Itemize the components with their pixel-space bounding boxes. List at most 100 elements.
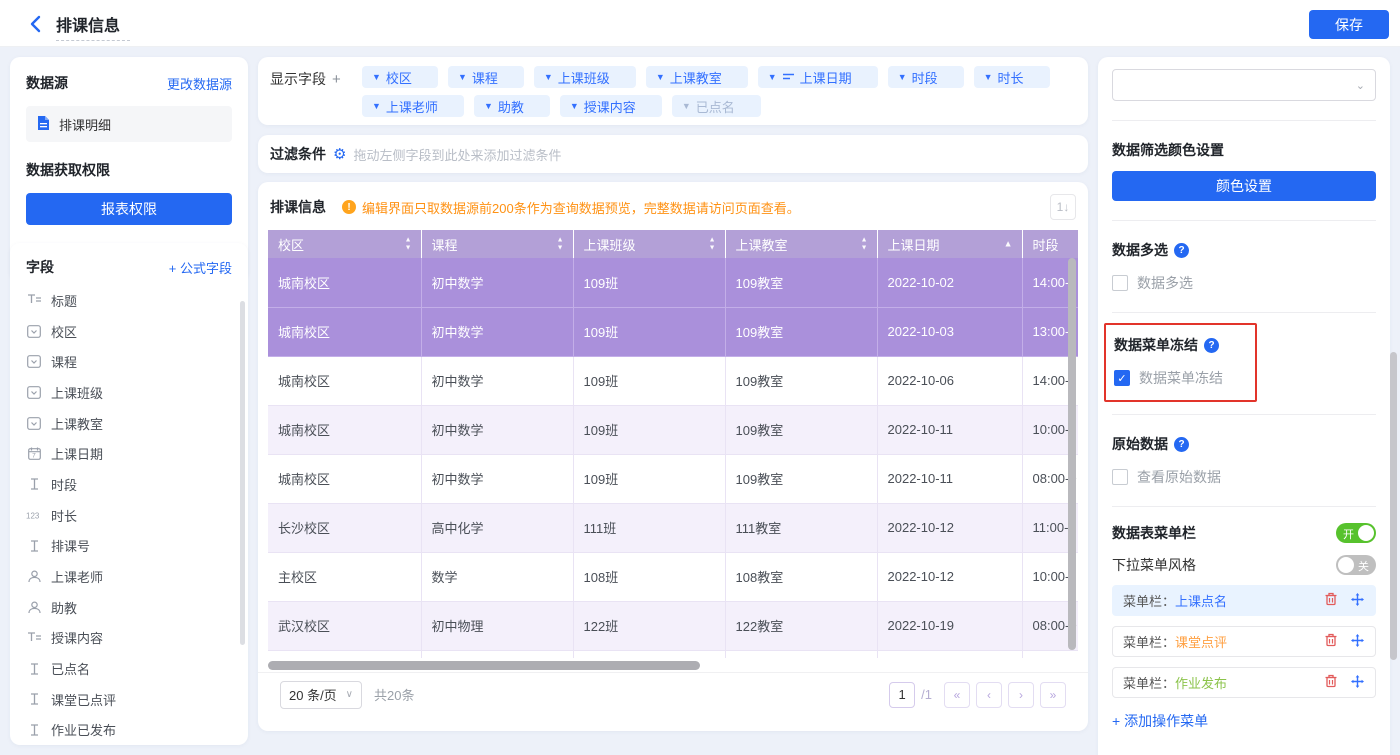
field-item-13[interactable]: 已点名 bbox=[26, 653, 232, 684]
display-field-chip-4[interactable]: ▼上课教室 bbox=[646, 66, 748, 88]
sort-both-icon[interactable]: ▲▼ bbox=[557, 237, 564, 252]
change-datasource-link[interactable]: 更改数据源 bbox=[167, 74, 232, 93]
column-header-上课日期[interactable]: 上课日期▲ bbox=[877, 230, 1022, 258]
move-icon[interactable] bbox=[1350, 633, 1365, 651]
column-header-上课教室[interactable]: 上课教室▲▼ bbox=[725, 230, 877, 258]
gear-icon[interactable]: ⚙ bbox=[333, 147, 346, 162]
datasource-item[interactable]: 排课明细 bbox=[26, 106, 232, 142]
column-header-课程[interactable]: 课程 ▲▼ bbox=[421, 230, 573, 258]
table-row[interactable]: 城南校区初中数学109班109教室2022-10-1110:00-1 bbox=[268, 405, 1078, 454]
person-icon bbox=[26, 570, 42, 583]
current-page-input[interactable]: 1 bbox=[889, 682, 915, 708]
menu-item-name: 作业发布 bbox=[1175, 673, 1227, 692]
sort-both-icon[interactable]: ▲▼ bbox=[405, 237, 412, 252]
column-header-校区[interactable]: 校区▲▼ bbox=[268, 230, 421, 258]
table-row[interactable]: 城南校区初中数学109班109教室2022-10-0214:00-1 bbox=[268, 258, 1078, 307]
caret-down-icon: ▼ bbox=[458, 73, 467, 82]
display-field-chip-9[interactable]: ▼助教 bbox=[474, 95, 550, 117]
settings-panel: ⌄ 数据筛选颜色设置 颜色设置 数据多选? 数据多选 数据菜单冻结? ✓ 数据菜… bbox=[1098, 57, 1390, 755]
table-cell: 初中数学 bbox=[421, 405, 573, 454]
select-icon bbox=[26, 417, 42, 430]
report-permission-button[interactable]: 报表权限 bbox=[26, 193, 232, 225]
field-item-10[interactable]: 上课老师 bbox=[26, 561, 232, 592]
display-field-chip-2[interactable]: ▼课程 bbox=[448, 66, 524, 88]
menu-freeze-title: 数据菜单冻结? bbox=[1114, 335, 1247, 355]
checkbox-unchecked[interactable] bbox=[1112, 275, 1128, 291]
field-item-11[interactable]: 助教 bbox=[26, 592, 232, 623]
display-field-chips: ▼校区▼课程▼上课班级▼上课教室▼上课日期▼时段▼时长▼上课老师▼助教▼授课内容… bbox=[362, 66, 1076, 116]
filter-bar[interactable]: 过滤条件 ⚙ 拖动左侧字段到此处来添加过滤条件 bbox=[258, 135, 1088, 173]
raw-data-checkbox-row[interactable]: 查看原始数据 bbox=[1112, 467, 1376, 487]
add-display-field-button[interactable]: + bbox=[332, 71, 341, 88]
first-page-button[interactable]: « bbox=[944, 682, 970, 708]
table-row[interactable]: 武汉校区初中物理122班122教室2022-10-1908:00-0 bbox=[268, 601, 1078, 650]
chip-label: 上课教室 bbox=[670, 68, 722, 87]
field-item-14[interactable]: 课堂已点评 bbox=[26, 684, 232, 715]
table-row[interactable]: 主校区数学108班108教室2022-10-1210:00-1 bbox=[268, 552, 1078, 601]
display-field-chip-1[interactable]: ▼校区 bbox=[362, 66, 438, 88]
table-vertical-scrollbar[interactable] bbox=[1068, 258, 1076, 650]
back-icon[interactable] bbox=[26, 14, 46, 34]
menubar-toggle-on[interactable]: 开 bbox=[1336, 523, 1376, 543]
field-item-12[interactable]: 授课内容 bbox=[26, 623, 232, 654]
help-icon[interactable]: ? bbox=[1174, 243, 1189, 258]
field-item-6[interactable]: 7上课日期 bbox=[26, 438, 232, 469]
color-settings-button[interactable]: 颜色设置 bbox=[1112, 171, 1376, 201]
table-row[interactable]: 城南校区初中数学109班109教室2022-10-1108:00-0 bbox=[268, 454, 1078, 503]
style-select[interactable]: ⌄ bbox=[1112, 69, 1376, 101]
field-item-9[interactable]: 排课号 bbox=[26, 531, 232, 562]
move-icon[interactable] bbox=[1350, 592, 1365, 610]
checkbox-checked[interactable]: ✓ bbox=[1114, 370, 1130, 386]
display-field-chip-7[interactable]: ▼时长 bbox=[974, 66, 1050, 88]
field-item-8[interactable]: 123时长 bbox=[26, 500, 232, 531]
add-action-menu-link[interactable]: + 添加操作菜单 bbox=[1112, 711, 1376, 731]
field-item-15[interactable]: 作业已发布 bbox=[26, 715, 232, 745]
trash-icon[interactable] bbox=[1324, 674, 1338, 691]
window-scrollbar[interactable] bbox=[1390, 352, 1397, 660]
menu-freeze-checkbox-row[interactable]: ✓ 数据菜单冻结 bbox=[1114, 368, 1247, 388]
table-row[interactable]: 城南校区初中数学109班109教室2022-10-0614:00-1 bbox=[268, 356, 1078, 405]
trash-icon[interactable] bbox=[1324, 592, 1338, 609]
column-header-上课班级[interactable]: 上课班级▲▼ bbox=[573, 230, 725, 258]
display-field-chip-6[interactable]: ▼时段 bbox=[888, 66, 964, 88]
field-item-3[interactable]: 课程 bbox=[26, 346, 232, 377]
table-horizontal-scrollbar[interactable] bbox=[268, 661, 700, 670]
text-icon bbox=[26, 663, 42, 675]
field-item-1[interactable]: 标题 bbox=[26, 285, 232, 316]
display-field-chip-10[interactable]: ▼授课内容 bbox=[560, 95, 662, 117]
display-field-chip-5[interactable]: ▼上课日期 bbox=[758, 66, 878, 88]
next-page-button[interactable]: › bbox=[1008, 682, 1034, 708]
menu-item-课堂点评[interactable]: 菜单栏：课堂点评 bbox=[1112, 626, 1376, 657]
multi-select-checkbox-row[interactable]: 数据多选 bbox=[1112, 273, 1376, 293]
table-row[interactable]: 城南校区初中数学109班109教室2022-10-0313:00-1 bbox=[268, 307, 1078, 356]
move-icon[interactable] bbox=[1350, 674, 1365, 692]
last-page-button[interactable]: » bbox=[1040, 682, 1066, 708]
trash-icon[interactable] bbox=[1324, 633, 1338, 650]
column-header-时段[interactable]: 时段 bbox=[1022, 230, 1078, 258]
field-item-2[interactable]: 校区 bbox=[26, 316, 232, 347]
field-item-5[interactable]: 上课教室 bbox=[26, 408, 232, 439]
menu-item-作业发布[interactable]: 菜单栏：作业发布 bbox=[1112, 667, 1376, 698]
menu-item-上课点名[interactable]: 菜单栏：上课点名 bbox=[1112, 585, 1376, 616]
sort-asc-icon[interactable]: ▲ bbox=[1004, 240, 1013, 249]
field-item-7[interactable]: 时段 bbox=[26, 469, 232, 500]
column-label: 课程 bbox=[432, 238, 458, 253]
save-button[interactable]: 保存 bbox=[1309, 10, 1389, 39]
fields-scrollbar[interactable] bbox=[240, 301, 245, 645]
dropdown-style-toggle-off[interactable]: 关 bbox=[1336, 555, 1376, 575]
table-row[interactable]: 长沙校区高中化学111班111教室2022-10-1211:00-1 bbox=[268, 503, 1078, 552]
display-field-chip-3[interactable]: ▼上课班级 bbox=[534, 66, 636, 88]
select-icon bbox=[26, 355, 42, 368]
checkbox-unchecked[interactable] bbox=[1112, 469, 1128, 485]
page-size-select[interactable]: 20 条/页∨ bbox=[280, 681, 362, 709]
prev-page-button[interactable]: ‹ bbox=[976, 682, 1002, 708]
field-item-4[interactable]: 上课班级 bbox=[26, 377, 232, 408]
help-icon[interactable]: ? bbox=[1204, 338, 1219, 353]
display-field-chip-8[interactable]: ▼上课老师 bbox=[362, 95, 464, 117]
sort-both-icon[interactable]: ▲▼ bbox=[861, 237, 868, 252]
help-icon[interactable]: ? bbox=[1174, 437, 1189, 452]
sort-order-tool-icon[interactable]: 1↓ bbox=[1050, 194, 1076, 220]
sort-both-icon[interactable]: ▲▼ bbox=[709, 237, 716, 252]
display-field-chip-11[interactable]: ▼已点名 bbox=[672, 95, 761, 117]
add-formula-field-link[interactable]: + 公式字段 bbox=[169, 258, 232, 277]
